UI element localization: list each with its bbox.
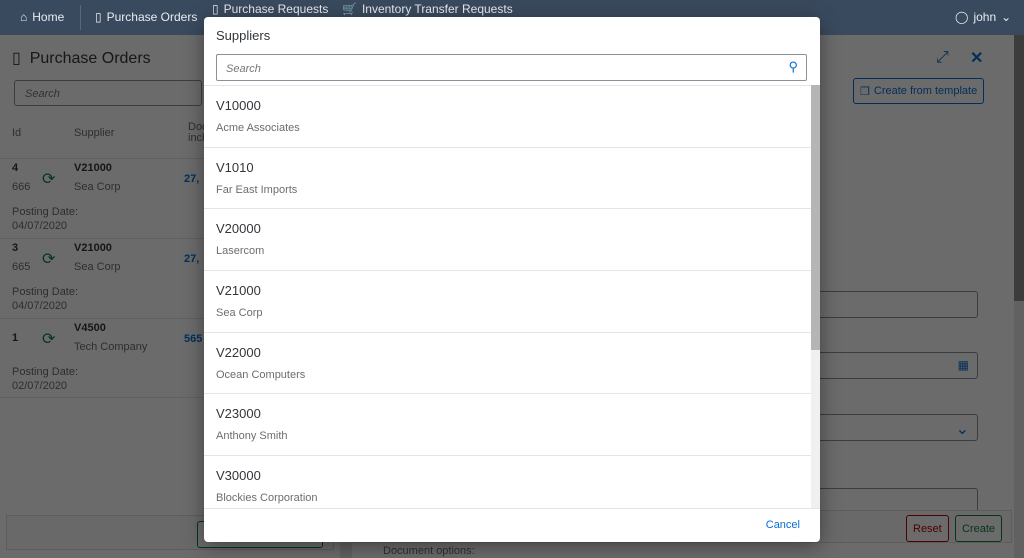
document-icon: ▯ [212, 2, 219, 16]
nav-purchase-orders[interactable]: ▯ Purchase Orders [95, 10, 197, 24]
list-item[interactable]: V10000 Acme Associates [204, 86, 811, 148]
search-icon[interactable]: ⚲ [788, 59, 798, 75]
list-scrollbar[interactable] [811, 85, 820, 508]
sync-icon: ⟳ [42, 251, 56, 268]
document-options-label: Document options: [383, 545, 475, 557]
page-title: ▯ Purchase Orders [12, 50, 151, 67]
col-id: Id [12, 127, 22, 139]
list-item[interactable]: V23000 Anthony Smith [204, 394, 811, 457]
list-item[interactable]: V1010 Far East Imports [204, 148, 811, 210]
list-item[interactable]: V21000 Sea Corp [204, 271, 811, 333]
copy-icon: ❐ [860, 85, 870, 98]
nav-divider [80, 5, 81, 30]
user-menu[interactable]: ◯ john ⌄ [955, 10, 1011, 24]
nav-inventory-transfer[interactable]: 🛒 Inventory Transfer Requests [342, 2, 513, 16]
suppliers-dialog: Suppliers Search ⚲ V10000 Acme Associates … [204, 17, 820, 542]
col-supplier: Supplier [74, 127, 115, 139]
dialog-footer: Cancel [204, 508, 820, 542]
sync-icon: ⟳ [42, 171, 56, 188]
supplier-search-input[interactable]: Search ⚲ [216, 54, 807, 81]
nav-purchase-requests[interactable]: ▯ Purchase Requests [212, 2, 328, 16]
list-search-input[interactable]: Search [14, 80, 202, 106]
user-icon: ◯ [955, 10, 969, 24]
dialog-title: Suppliers [216, 28, 271, 43]
cancel-button[interactable]: Cancel [766, 519, 800, 531]
cart-icon: 🛒 [342, 2, 357, 16]
chevron-down-icon: ⌄ [1001, 10, 1012, 24]
document-icon: ▯ [95, 10, 102, 24]
home-icon: ⌂ [20, 10, 28, 24]
sync-icon: ⟳ [42, 331, 56, 348]
list-item[interactable]: V22000 Ocean Computers [204, 333, 811, 395]
page-scrollbar[interactable] [1014, 35, 1024, 301]
chevron-down-icon: ⌄ [955, 421, 969, 438]
list-item[interactable]: V20000 Lasercom [204, 209, 811, 272]
nav-home[interactable]: ⌂ Home [20, 10, 64, 24]
create-from-template-button[interactable]: ❐ Create from template [853, 78, 985, 104]
supplier-list: V10000 Acme Associates V1010 Far East Impo… [204, 85, 811, 508]
document-icon: ▯ [12, 50, 21, 67]
scrollbar-thumb[interactable] [811, 85, 820, 350]
list-item[interactable]: V30000 Blockies Corporation [204, 456, 811, 508]
reset-button[interactable]: Reset [906, 515, 949, 542]
create-button[interactable]: Create [955, 515, 1003, 542]
calendar-icon: ▦ [957, 358, 969, 372]
fullscreen-icon[interactable]: ⤢ [936, 49, 949, 67]
close-icon[interactable]: ✕ [970, 48, 983, 68]
